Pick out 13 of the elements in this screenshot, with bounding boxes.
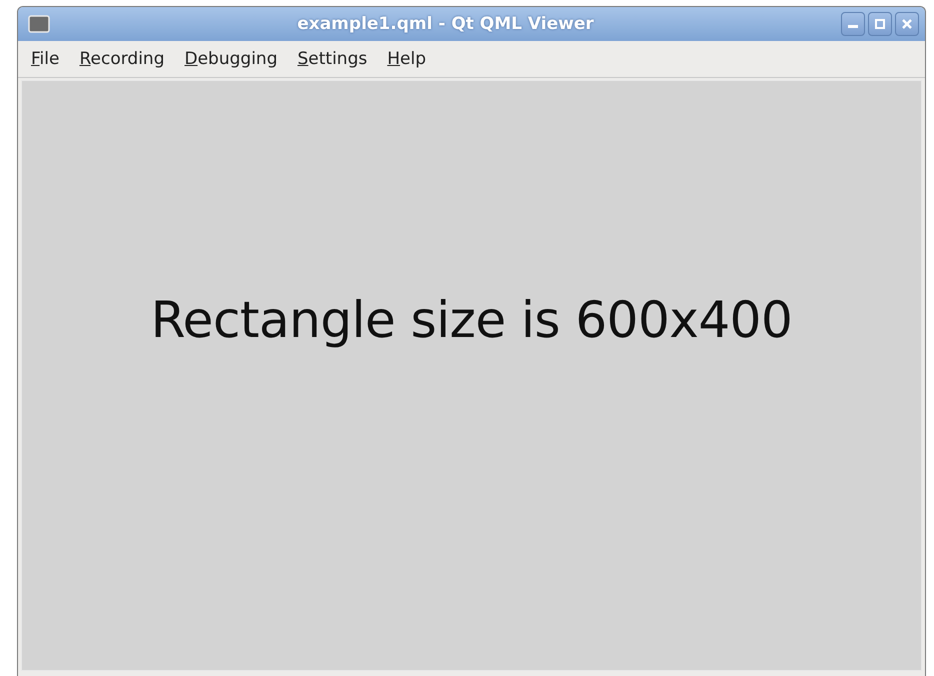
close-icon: [902, 19, 912, 29]
menu-item[interactable]: Debugging: [184, 49, 278, 69]
menu-item[interactable]: Help: [387, 49, 426, 69]
menu-item[interactable]: File: [31, 49, 60, 69]
window-title: example1.qml - Qt QML Viewer: [296, 14, 595, 34]
window-icon: [28, 15, 50, 33]
minimize-button[interactable]: [841, 12, 865, 36]
close-button[interactable]: [895, 12, 919, 36]
menu-item[interactable]: Recording: [79, 49, 164, 69]
maximize-icon: [875, 19, 885, 29]
maximize-button[interactable]: [868, 12, 892, 36]
size-message: Rectangle size is 600x400: [150, 290, 792, 348]
menu-item[interactable]: Settings: [298, 49, 368, 69]
